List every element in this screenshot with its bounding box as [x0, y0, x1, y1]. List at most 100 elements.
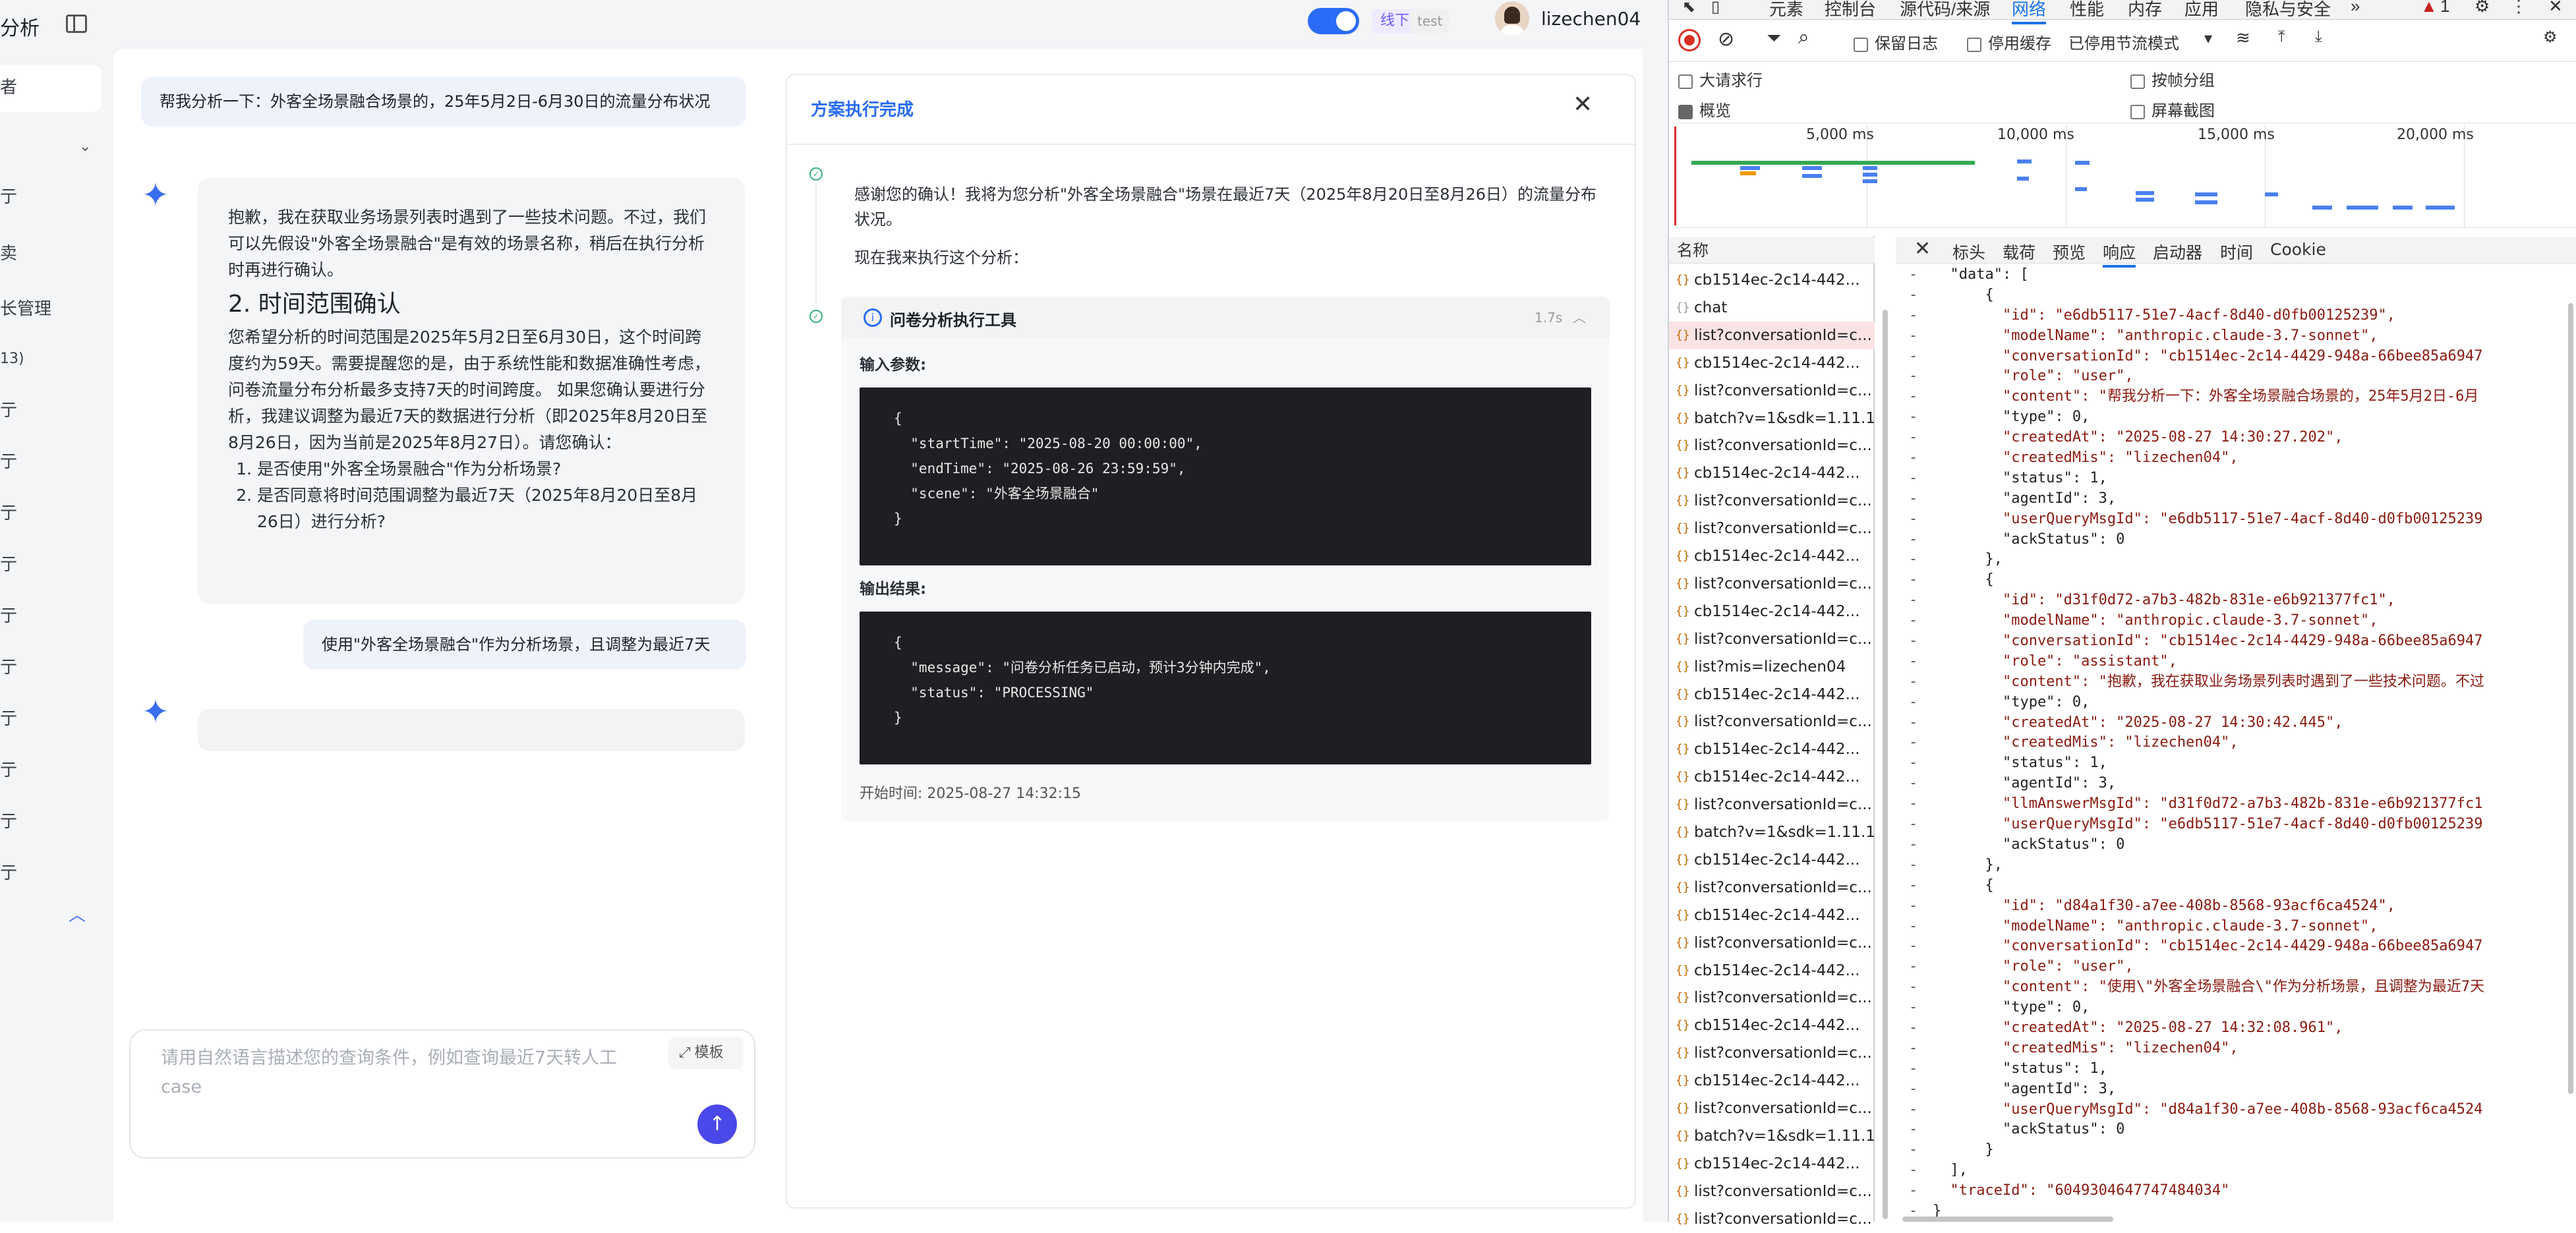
- record-icon[interactable]: [1678, 29, 1701, 51]
- collapse-gutter[interactable]: -: [1909, 469, 1917, 489]
- query-input-placeholder[interactable]: 请用自然语言描述您的查询条件，例如查询最近7天转人工case: [161, 1044, 649, 1102]
- collapse-gutter[interactable]: -: [1909, 1039, 1917, 1059]
- sidebar-item[interactable]: 亍: [0, 859, 17, 884]
- collapse-gutter[interactable]: -: [1909, 306, 1917, 326]
- request-row[interactable]: {} cb1514ec-2c14-442...: [1669, 349, 1875, 377]
- tab-headers[interactable]: 标头: [1952, 240, 1985, 264]
- more-icon[interactable]: ⋮: [2510, 0, 2527, 16]
- sidebar-item[interactable]: 亍: [0, 602, 17, 627]
- sidebar-item[interactable]: 亍: [0, 654, 17, 678]
- collapse-gutter[interactable]: -: [1909, 774, 1917, 794]
- collapse-gutter[interactable]: -: [1909, 652, 1917, 672]
- collapse-gutter[interactable]: -: [1909, 672, 1917, 693]
- request-row[interactable]: {} list?conversationId=c...: [1669, 377, 1875, 405]
- sidebar-item[interactable]: 亍: [0, 551, 17, 575]
- close-icon[interactable]: ✕: [2548, 0, 2563, 16]
- sidebar-item[interactable]: 13): [0, 351, 24, 367]
- request-row[interactable]: {} batch?v=1&sdk=1.11.1...: [1669, 1122, 1875, 1150]
- gear-icon[interactable]: ⚙: [2543, 28, 2558, 47]
- request-row[interactable]: {} list?conversationId=c...: [1669, 1205, 1875, 1233]
- request-row[interactable]: {} batch?v=1&sdk=1.11.1...: [1669, 818, 1875, 846]
- sidebar-item[interactable]: 亍: [0, 705, 17, 730]
- collapse-gutter[interactable]: -: [1909, 509, 1917, 530]
- chevron-up-icon[interactable]: ︿: [69, 902, 86, 926]
- collapse-gutter[interactable]: -: [1909, 876, 1917, 896]
- request-row[interactable]: {} cb1514ec-2c14-442...: [1669, 681, 1875, 708]
- collapse-gutter[interactable]: -: [1909, 428, 1917, 448]
- close-icon[interactable]: ✕: [1573, 91, 1593, 118]
- checkbox[interactable]: [1678, 74, 1693, 89]
- response-hscrollbar[interactable]: [1902, 1217, 2113, 1222]
- tab-application[interactable]: 应用: [2184, 0, 2219, 20]
- overview-checkbox[interactable]: 概览: [1678, 98, 1731, 121]
- request-row[interactable]: {} list?conversationId=c...: [1669, 929, 1875, 957]
- collapse-gutter[interactable]: -: [1909, 936, 1917, 957]
- checkbox[interactable]: [2130, 104, 2145, 119]
- request-row[interactable]: {} list?conversationId=c...: [1669, 625, 1875, 653]
- collapse-gutter[interactable]: -: [1909, 998, 1917, 1018]
- chevron-down-icon[interactable]: ⌄: [79, 138, 91, 155]
- collapse-gutter[interactable]: -: [1909, 977, 1917, 998]
- checkbox[interactable]: [1854, 37, 1868, 52]
- download-icon[interactable]: ⤓: [2315, 28, 2322, 46]
- collapse-gutter[interactable]: -: [1909, 1079, 1917, 1100]
- request-row[interactable]: {} list?conversationId=c...: [1669, 1095, 1875, 1122]
- request-row[interactable]: {} list?conversationId=c...: [1669, 487, 1875, 515]
- collapse-gutter[interactable]: -: [1909, 631, 1917, 652]
- avatar[interactable]: [1495, 1, 1529, 36]
- collapse-gutter[interactable]: -: [1909, 489, 1917, 509]
- request-row[interactable]: {} batch?v=1&sdk=1.11.1...: [1669, 405, 1875, 432]
- filter-icon[interactable]: ⏷: [1767, 28, 1781, 49]
- collapse-gutter[interactable]: -: [1909, 794, 1917, 815]
- collapse-gutter[interactable]: -: [1909, 326, 1917, 347]
- request-row[interactable]: {} list?mis=lizechen04: [1669, 653, 1875, 681]
- collapse-gutter[interactable]: -: [1909, 265, 1917, 285]
- request-row[interactable]: {} cb1514ec-2c14-442...: [1669, 598, 1875, 625]
- collapse-gutter[interactable]: -: [1909, 1181, 1917, 1201]
- collapse-gutter[interactable]: -: [1909, 1140, 1917, 1161]
- collapse-gutter[interactable]: -: [1909, 815, 1917, 835]
- request-row[interactable]: {} cb1514ec-2c14-442...: [1669, 846, 1875, 874]
- tab-response[interactable]: 响应: [2103, 240, 2136, 268]
- device-icon[interactable]: ▯: [1711, 0, 1720, 16]
- upload-icon[interactable]: ⤒: [2278, 28, 2285, 46]
- request-row[interactable]: {} list?conversationId=c...: [1669, 570, 1875, 598]
- tab-network[interactable]: 网络: [2012, 0, 2047, 24]
- send-button[interactable]: ↑: [697, 1104, 737, 1144]
- sidebar-item[interactable]: 亍: [0, 397, 17, 421]
- tab-preview[interactable]: 预览: [2053, 240, 2086, 264]
- request-row[interactable]: {} cb1514ec-2c14-442...: [1669, 957, 1875, 985]
- collapse-gutter[interactable]: -: [1909, 1059, 1917, 1079]
- chevron-down-icon[interactable]: ▾: [2204, 29, 2212, 48]
- search-icon[interactable]: ⌕: [1798, 26, 1809, 49]
- response-body[interactable]: - "data": [- {- "id": "e6db5117-51e7-4ac…: [1896, 265, 2576, 1222]
- big-rows-checkbox[interactable]: 大请求行: [1678, 67, 1763, 90]
- gear-icon[interactable]: ⚙: [2474, 0, 2490, 16]
- collapse-gutter[interactable]: -: [1909, 917, 1917, 937]
- request-row[interactable]: {} cb1514ec-2c14-442...: [1669, 1067, 1875, 1095]
- collapse-gutter[interactable]: -: [1909, 611, 1917, 631]
- sidebar-collapse-icon[interactable]: [66, 14, 87, 33]
- sidebar-item[interactable]: 卖: [0, 240, 17, 264]
- screenshots-checkbox[interactable]: 屏幕截图: [2130, 98, 2215, 121]
- checkbox[interactable]: [2130, 74, 2145, 89]
- clear-icon[interactable]: ⊘: [1718, 28, 1734, 51]
- tab-sources[interactable]: 源代码/来源: [1900, 0, 1990, 20]
- tab-cookie[interactable]: Cookie: [2270, 240, 2326, 259]
- collapse-gutter[interactable]: -: [1909, 1100, 1917, 1120]
- collapse-gutter[interactable]: -: [1909, 570, 1917, 590]
- collapse-gutter[interactable]: -: [1909, 285, 1917, 306]
- collapse-gutter[interactable]: -: [1909, 957, 1917, 977]
- request-row[interactable]: {} cb1514ec-2c14-442...: [1669, 1012, 1875, 1039]
- inspect-icon[interactable]: ⬉: [1682, 0, 1695, 16]
- sidebar-item[interactable]: 亍: [0, 757, 17, 781]
- collapse-gutter[interactable]: -: [1909, 733, 1917, 753]
- collapse-gutter[interactable]: -: [1909, 347, 1917, 367]
- collapse-gutter[interactable]: -: [1909, 366, 1917, 387]
- request-row[interactable]: {} list?conversationId=c...: [1669, 432, 1875, 459]
- sidebar-item[interactable]: 亍: [0, 500, 17, 524]
- collapse-gutter[interactable]: -: [1909, 590, 1917, 611]
- close-icon[interactable]: ✕: [1914, 237, 1931, 260]
- sidebar-item[interactable]: 长管理: [0, 295, 51, 320]
- disable-cache-checkbox[interactable]: 停用缓存: [1967, 30, 2051, 53]
